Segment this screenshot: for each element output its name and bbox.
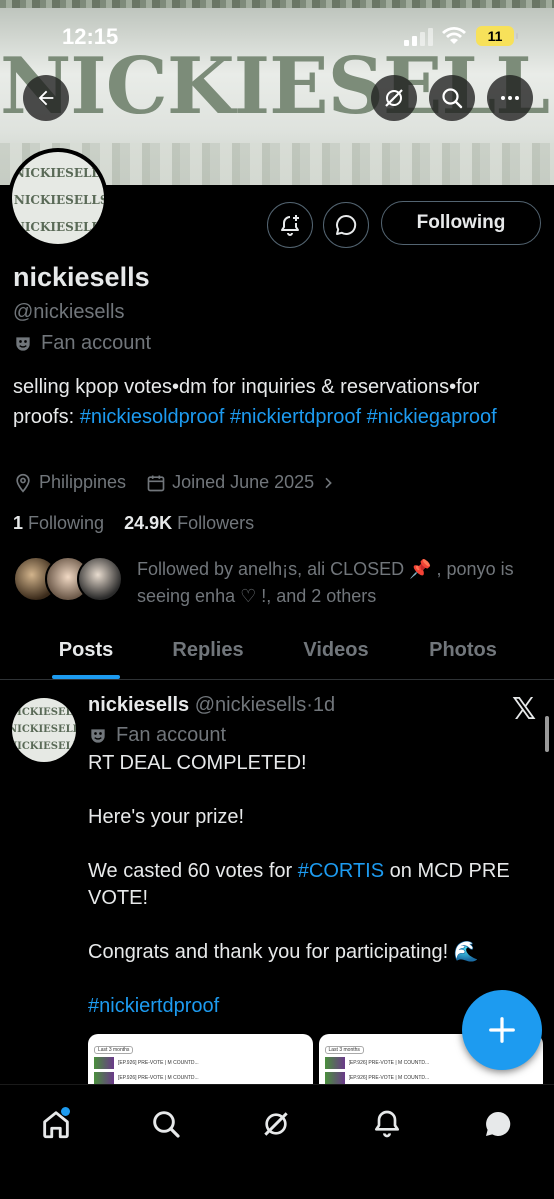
unread-dot (61, 1107, 70, 1116)
nav-grok[interactable] (251, 1099, 301, 1149)
post-avatar[interactable]: NICKIESELLS NICKIESELLS NICKIESELLS (12, 698, 76, 762)
scrollbar[interactable] (545, 716, 549, 752)
grok-icon (385, 89, 403, 107)
message-button[interactable] (323, 202, 369, 248)
back-button[interactable] (23, 75, 69, 121)
profile-bio: selling kpop votes•dm for inquiries & re… (13, 372, 543, 432)
post-body: RT DEAL COMPLETED! Here's your prize! We… (88, 750, 528, 1047)
post-hashtag[interactable]: #nickiertdproof (88, 993, 528, 1020)
user-handle: @nickiesells (13, 301, 125, 323)
post-hashtag[interactable]: #CORTIS (298, 860, 384, 882)
followers-count[interactable]: 24.9K Followers (124, 513, 254, 534)
joined-text: Joined June 2025 (172, 472, 315, 492)
post-author-name[interactable]: nickiesells (88, 694, 189, 716)
location-text: Philippines (39, 472, 127, 492)
display-name: nickiesells (13, 262, 150, 292)
tab-replies[interactable]: Replies (152, 620, 264, 680)
grok-icon (264, 1112, 288, 1136)
avatar-text: NICKIESELLS (13, 220, 104, 234)
compose-icon (489, 1017, 515, 1043)
battery-indicator: 11 (476, 26, 518, 46)
bio-hashtag[interactable]: #nickiertdproof (230, 406, 361, 428)
nav-home[interactable] (31, 1099, 81, 1149)
follow-counts: 1 Following 24.9K Followers (13, 513, 254, 534)
wifi-icon (442, 27, 466, 44)
tab-photos[interactable]: Photos (407, 620, 519, 680)
notifications-icon (375, 1110, 399, 1138)
post-account-label: Fan account (88, 724, 226, 747)
post-line: Here's your prize! (88, 806, 245, 828)
avatar-text: NICKIESELLS (12, 707, 76, 718)
theater-mask-icon (91, 728, 105, 743)
follower-avatar (77, 556, 123, 602)
post-time: 1d (312, 694, 336, 716)
cellular-signal-icon (404, 28, 434, 46)
avatar-text: NICKIESELLS (13, 166, 104, 180)
location-icon (16, 473, 30, 493)
tab-videos[interactable]: Videos (280, 620, 392, 680)
account-label[interactable]: Fan account (13, 332, 151, 355)
tab-posts[interactable]: Posts (30, 620, 142, 680)
account-label-text: Fan account (41, 332, 152, 354)
followed-by[interactable]: Followed by anelh¡s, ali CLOSED 📌 , pony… (13, 556, 532, 610)
active-tab-indicator (52, 675, 120, 679)
theater-mask-icon (16, 336, 30, 351)
bottom-nav (0, 1084, 554, 1199)
search-icon (442, 88, 463, 109)
avatar-text: NICKIESELLS (13, 193, 104, 207)
followed-by-text: Followed by anelh¡s, ali CLOSED 📌 , pony… (137, 559, 514, 606)
post-line: RT DEAL COMPLETED! (88, 752, 307, 774)
post-line: We casted 60 votes for #CORTIS on MCD PR… (88, 860, 510, 909)
back-arrow-icon (38, 90, 54, 106)
profile-tabs: Posts Replies Videos Photos (0, 620, 554, 680)
more-button[interactable] (487, 75, 533, 121)
status-time: 12:15 (62, 24, 119, 49)
chat-icon (486, 1111, 511, 1136)
post-label-text: Fan account (116, 724, 227, 746)
grok-button[interactable] (371, 75, 417, 121)
search-button[interactable] (429, 75, 475, 121)
status-bar: 12:15 11 (0, 0, 554, 72)
joined-date[interactable]: Joined June 2025 (146, 472, 336, 493)
nav-messages[interactable] (473, 1099, 523, 1149)
nav-notifications[interactable] (362, 1099, 412, 1149)
media-thumbnail[interactable]: Last 3 months [EP.926] PRE-VOTE | M COUN… (88, 1034, 313, 1084)
bio-hashtag[interactable]: #nickiesoldproof (80, 406, 225, 428)
x-logo-icon: 𝕏 (512, 693, 537, 726)
bell-plus-icon (281, 215, 299, 236)
post-line: Congrats and thank you for participating… (88, 941, 479, 963)
following-button[interactable]: Following (381, 201, 541, 245)
profile-avatar[interactable]: NICKIESELLS NICKIESELLS NICKIESELLS (8, 148, 108, 248)
message-icon (336, 214, 357, 235)
avatar-text: NICKIESELLS (12, 724, 76, 735)
compose-button[interactable] (462, 990, 542, 1070)
notify-button[interactable] (267, 202, 313, 248)
avatar-text: NICKIESELLS (12, 741, 76, 752)
chevron-right-icon (325, 477, 332, 488)
more-icon (501, 96, 519, 100)
post-author-handle: @nickiesells (194, 694, 307, 716)
following-count[interactable]: 1 Following (13, 513, 104, 534)
nav-search[interactable] (141, 1099, 191, 1149)
bio-hashtag[interactable]: #nickiegaproof (367, 406, 497, 428)
profile-meta: Philippines Joined June 2025 (13, 472, 356, 493)
search-icon (153, 1111, 180, 1138)
post-header: nickiesells @nickiesells·1d (88, 694, 336, 716)
calendar-icon (147, 475, 165, 491)
